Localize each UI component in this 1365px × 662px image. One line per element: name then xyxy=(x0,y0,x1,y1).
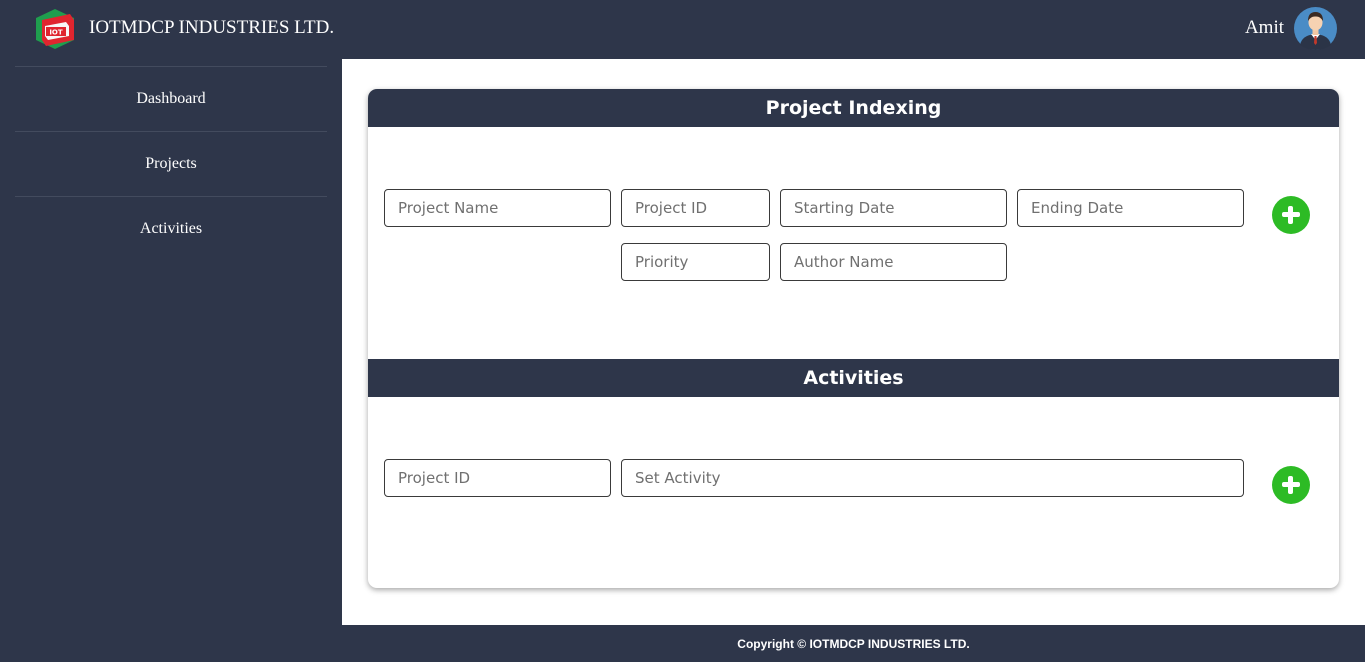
top-navbar: IOT IOTMDCP INDUSTRIES LTD. Amit xyxy=(0,0,1365,59)
logo-text: IOT xyxy=(49,29,63,37)
set-activity-input[interactable] xyxy=(621,459,1244,497)
activity-project-id-input[interactable] xyxy=(384,459,611,497)
sidebar: Dashboard Projects Activities xyxy=(15,66,327,261)
activities-title: Activities xyxy=(368,359,1339,397)
sidebar-item-activities[interactable]: Activities xyxy=(15,196,327,261)
author-name-input[interactable] xyxy=(780,243,1007,281)
brand-name[interactable]: IOTMDCP INDUSTRIES LTD. xyxy=(89,17,334,39)
starting-date-input[interactable] xyxy=(780,189,1007,227)
project-indexing-title: Project Indexing xyxy=(368,89,1339,127)
user-avatar-icon[interactable] xyxy=(1294,7,1337,50)
ending-date-input[interactable] xyxy=(1017,189,1244,227)
company-logo-icon: IOT xyxy=(36,9,74,49)
user-name[interactable]: Amit xyxy=(1245,17,1284,39)
footer-copyright: Copyright © IOTMDCP INDUSTRIES LTD. xyxy=(737,636,970,651)
priority-input[interactable] xyxy=(621,243,770,281)
main-content: Project Indexing Activities xyxy=(342,59,1365,625)
project-name-input[interactable] xyxy=(384,189,611,227)
project-id-input[interactable] xyxy=(621,189,770,227)
add-project-button[interactable] xyxy=(1272,196,1310,234)
add-activity-button[interactable] xyxy=(1272,466,1310,504)
sidebar-item-dashboard[interactable]: Dashboard xyxy=(15,66,327,131)
sidebar-item-projects[interactable]: Projects xyxy=(15,131,327,196)
form-card: Project Indexing Activities xyxy=(368,89,1339,588)
